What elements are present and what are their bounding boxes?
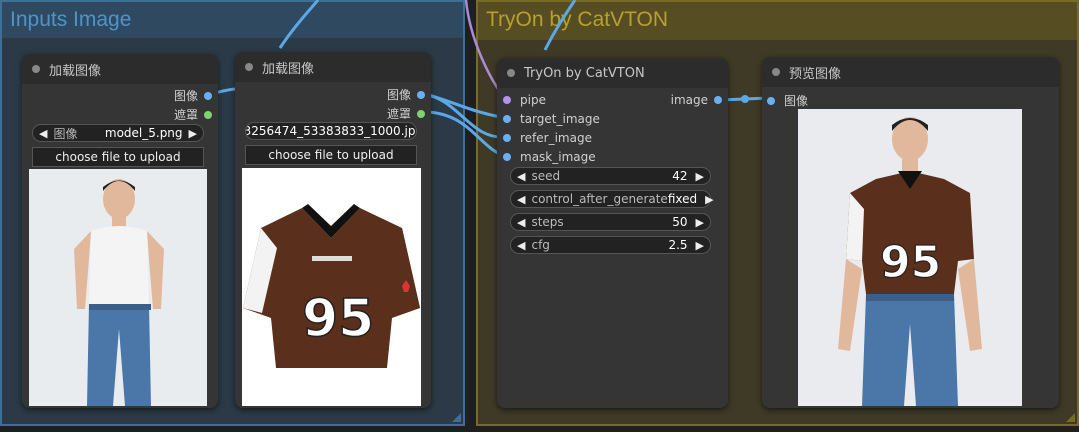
output-label: 遮罩 <box>386 107 411 121</box>
widget-label: seed <box>531 169 561 183</box>
upload-button[interactable]: choose file to upload <box>32 147 204 167</box>
input-mask-image-row[interactable]: mask_image <box>503 150 596 164</box>
right-arrow-icon[interactable]: ▶ <box>696 170 704 183</box>
widget-label: steps <box>531 215 564 229</box>
widget-value: 2.5 <box>668 238 688 252</box>
input-image-row[interactable]: 图像 <box>767 92 808 109</box>
load-image-node-2-header[interactable]: 加载图像 <box>235 52 431 82</box>
left-arrow-icon[interactable]: ◀ <box>39 127 47 140</box>
left-arrow-icon[interactable]: ◀ <box>517 170 525 183</box>
output-image-socket[interactable] <box>417 90 425 99</box>
result-photo-placeholder: 95 <box>798 109 1022 406</box>
widget-value: model_5.png <box>104 126 183 140</box>
tryon-result-image: 95 <box>798 109 1022 406</box>
widget-label: control_after_generate <box>531 192 668 206</box>
input-target-image-socket[interactable] <box>503 115 511 123</box>
input-pipe-row[interactable]: pipe <box>503 93 546 107</box>
input-target-image-row[interactable]: target_image <box>503 112 600 126</box>
steps-widget[interactable]: ◀ steps 50 ▶ <box>510 213 711 231</box>
image-select-widget[interactable]: ◀ 图像 model_5.png ▶ <box>32 124 204 142</box>
collapse-dot[interactable] <box>772 68 780 76</box>
input-refer-image-row[interactable]: refer_image <box>503 131 592 145</box>
upload-button[interactable]: choose file to upload <box>245 145 417 165</box>
jersey-photo-placeholder: 95 <box>242 168 421 406</box>
input-label: mask_image <box>520 150 596 164</box>
garment-preview-image: 95 <box>242 168 421 406</box>
model-photo-placeholder <box>29 169 207 406</box>
output-mask-row[interactable]: 遮罩 <box>174 106 212 123</box>
input-pipe-socket[interactable] <box>503 96 511 104</box>
seed-widget[interactable]: ◀ seed 42 ▶ <box>510 167 711 185</box>
link-offscreen-1 <box>278 0 320 49</box>
collapse-dot[interactable] <box>32 65 40 73</box>
right-arrow-icon[interactable]: ▶ <box>189 127 197 140</box>
node-title: 加载图像 <box>49 63 102 79</box>
preview-node-header[interactable]: 预览图像 <box>762 57 1059 87</box>
widget-value: 50 <box>672 215 688 229</box>
input-label: pipe <box>520 93 546 107</box>
preview-image-node[interactable]: 预览图像 图像 95 <box>762 57 1059 408</box>
input-label: refer_image <box>520 131 592 145</box>
load-image-node-2[interactable]: 加载图像 图像 遮罩 23256474_53383833_1000.jpg ▶ … <box>235 52 431 408</box>
node-title: 预览图像 <box>789 66 842 82</box>
input-label: 图像 <box>784 94 809 108</box>
image-select-widget[interactable]: 23256474_53383833_1000.jpg ▶ <box>245 122 417 140</box>
left-arrow-icon[interactable]: ◀ <box>517 216 525 229</box>
output-label: 图像 <box>173 89 198 103</box>
widget-label: 图像 <box>53 126 78 141</box>
tryon-node-header[interactable]: TryOn by CatVTON <box>497 58 728 88</box>
tryon-catvton-node[interactable]: TryOn by CatVTON pipe target_image refer… <box>497 58 728 408</box>
right-arrow-icon[interactable]: ▶ <box>696 216 704 229</box>
left-arrow-icon[interactable]: ◀ <box>517 239 525 252</box>
left-arrow-icon[interactable]: ◀ <box>517 193 525 206</box>
collapse-dot[interactable] <box>507 69 515 77</box>
cfg-widget[interactable]: ◀ cfg 2.5 ▶ <box>510 236 711 254</box>
link-reroute-dot[interactable] <box>741 95 749 103</box>
load-image-node-1-header[interactable]: 加载图像 <box>22 54 218 84</box>
widget-value: 42 <box>672 169 688 183</box>
right-arrow-icon[interactable]: ▶ <box>696 239 704 252</box>
output-image-socket[interactable] <box>204 91 212 100</box>
node-title: TryOn by CatVTON <box>524 65 645 81</box>
output-label: 遮罩 <box>173 108 198 122</box>
output-image-row[interactable]: image <box>671 93 722 107</box>
output-label: image <box>670 93 708 107</box>
output-mask-row[interactable]: 遮罩 <box>387 105 425 122</box>
input-mask-image-socket[interactable] <box>503 153 511 161</box>
load-image-node-1[interactable]: 加载图像 图像 遮罩 ◀ 图像 model_5.png ▶ choose fil… <box>22 54 218 408</box>
widget-value: fixed <box>667 192 698 206</box>
input-refer-image-socket[interactable] <box>503 134 511 142</box>
model-preview-image <box>29 169 207 406</box>
right-arrow-icon[interactable]: ▶ <box>705 193 713 206</box>
output-image-row[interactable]: 图像 <box>387 86 425 103</box>
input-image-socket[interactable] <box>767 96 775 105</box>
input-label: target_image <box>520 112 600 126</box>
output-image-socket[interactable] <box>714 96 722 104</box>
output-label: 图像 <box>386 88 411 102</box>
output-mask-socket[interactable] <box>204 110 212 119</box>
widget-value: 23256474_53383833_1000.jpg <box>245 124 417 138</box>
output-image-row[interactable]: 图像 <box>174 87 212 104</box>
control-after-generate-widget[interactable]: ◀ control_after_generate fixed ▶ <box>510 190 714 208</box>
widget-label: cfg <box>531 238 550 252</box>
svg-text:95: 95 <box>302 289 374 349</box>
output-mask-socket[interactable] <box>417 109 425 118</box>
collapse-dot[interactable] <box>245 63 253 71</box>
svg-text:95: 95 <box>880 237 941 288</box>
link-offscreen-2 <box>543 0 577 51</box>
node-title: 加载图像 <box>262 61 315 77</box>
